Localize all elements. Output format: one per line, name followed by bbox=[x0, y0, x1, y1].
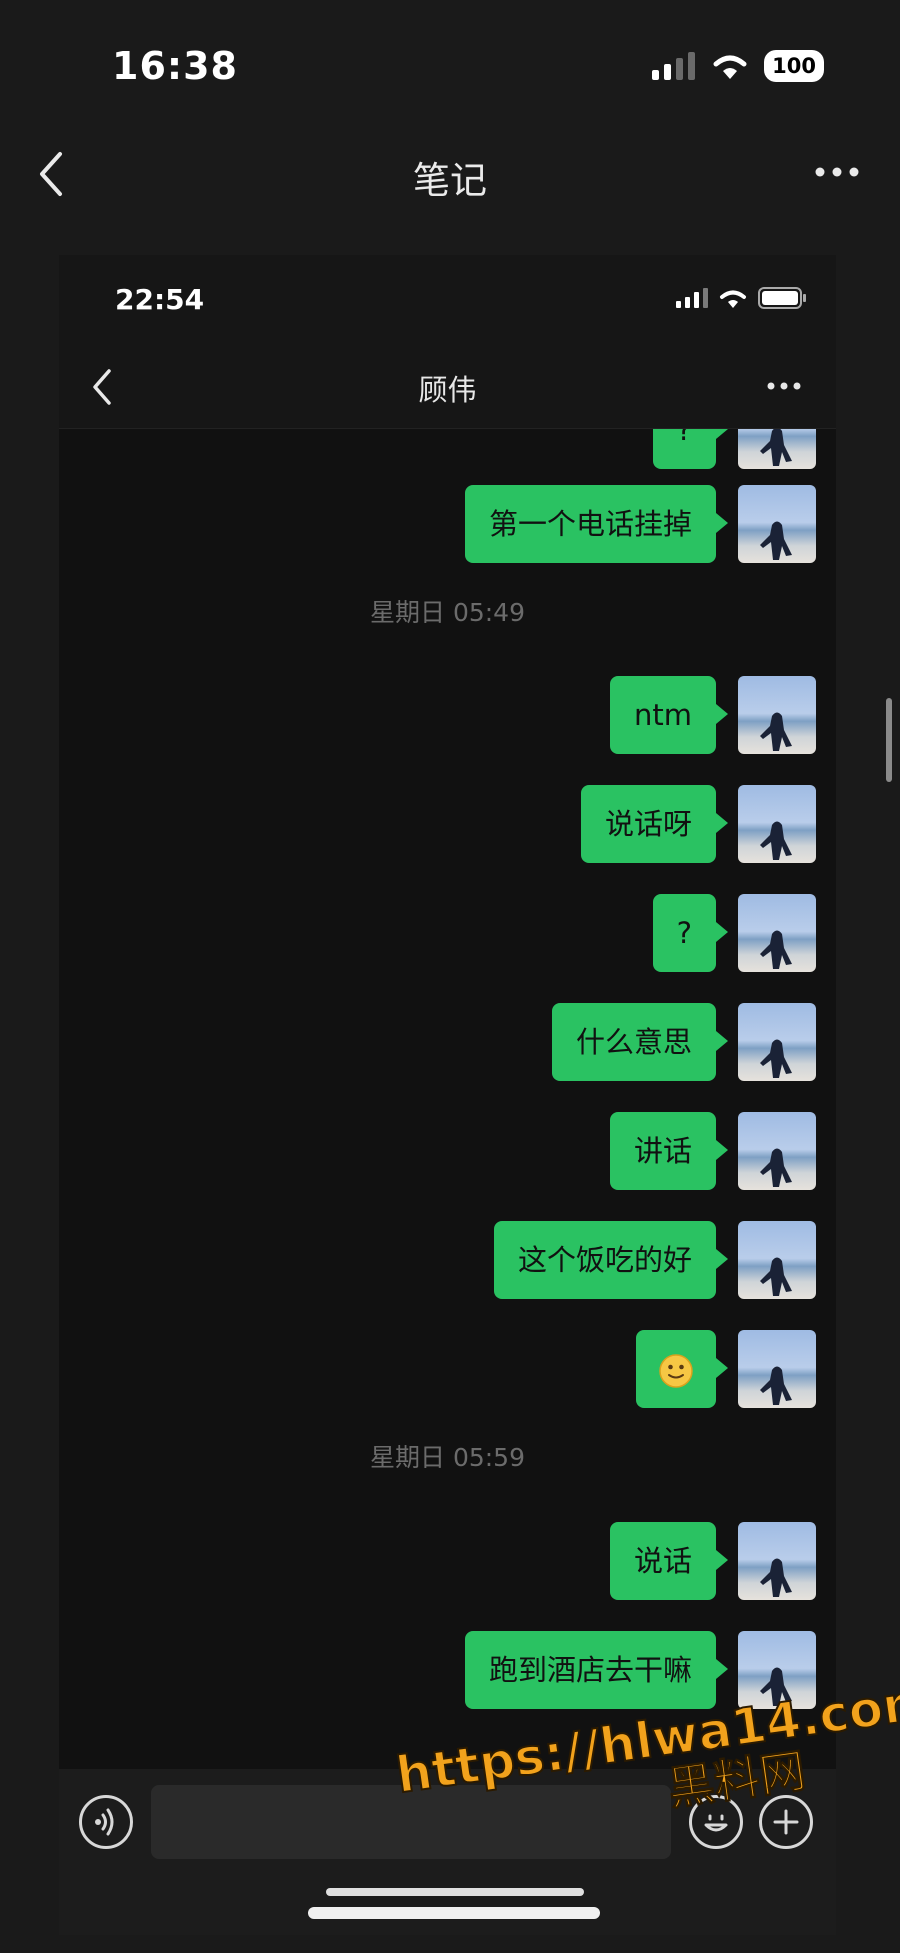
message-row bbox=[636, 1330, 816, 1408]
inner-status-bar: 22:54 bbox=[59, 255, 836, 345]
avatar[interactable] bbox=[738, 1522, 816, 1600]
avatar[interactable] bbox=[738, 676, 816, 754]
message-row: 这个饭吃的好 bbox=[493, 1221, 816, 1299]
wifi-icon bbox=[720, 290, 746, 308]
avatar[interactable] bbox=[738, 894, 816, 972]
status-icons: 100 bbox=[652, 50, 824, 82]
home-indicator[interactable] bbox=[308, 1907, 600, 1919]
voice-wave-icon bbox=[95, 1808, 114, 1836]
message-bubble[interactable]: 说话 bbox=[609, 1522, 729, 1600]
battery-indicator: 100 bbox=[764, 50, 824, 82]
message-row: 讲话 bbox=[609, 1112, 816, 1190]
inner-status-icons bbox=[676, 287, 806, 309]
message-bubble[interactable]: 说话呀 bbox=[580, 785, 729, 863]
embedded-chat-screenshot: 22:54 顾伟 ? 第一个电话挂掉 星期日 05:49 ntm 说话呀 ? 什… bbox=[59, 255, 836, 1935]
message-bubble[interactable]: 什么意思 bbox=[551, 1003, 729, 1081]
message-bubble[interactable] bbox=[636, 1330, 728, 1408]
message-bubble[interactable]: 讲话 bbox=[609, 1112, 729, 1190]
message-bubble[interactable]: 跑到酒店去干嘛 bbox=[464, 1631, 729, 1709]
avatar[interactable] bbox=[738, 1112, 816, 1190]
timestamp-divider: 星期日 05:49 bbox=[370, 598, 525, 627]
status-bar: 16:38 100 bbox=[0, 0, 900, 130]
message-row: ? bbox=[652, 429, 816, 469]
message-row: 说话 bbox=[609, 1522, 816, 1600]
wifi-icon bbox=[713, 55, 747, 79]
status-time: 16:38 bbox=[112, 44, 238, 88]
voice-input-button[interactable] bbox=[79, 1795, 133, 1849]
slightly-smiling-face-icon bbox=[659, 1354, 693, 1388]
message-row: ntm bbox=[610, 676, 816, 754]
message-bubble[interactable]: ? bbox=[652, 429, 729, 469]
battery-icon bbox=[758, 287, 806, 309]
more-options-icon[interactable] bbox=[814, 162, 860, 182]
more-actions-button[interactable] bbox=[759, 1795, 813, 1849]
cellular-signal-icon bbox=[676, 288, 708, 308]
more-options-icon[interactable] bbox=[766, 379, 802, 393]
contact-name: 顾伟 bbox=[418, 373, 477, 407]
avatar[interactable] bbox=[738, 1003, 816, 1081]
avatar[interactable] bbox=[738, 1221, 816, 1299]
message-row: ? bbox=[652, 894, 816, 972]
message-bubble[interactable]: ntm bbox=[610, 676, 728, 754]
chat-header: 顾伟 bbox=[59, 345, 836, 429]
message-bubble[interactable]: 第一个电话挂掉 bbox=[464, 485, 729, 563]
avatar[interactable] bbox=[738, 485, 816, 563]
cellular-signal-icon bbox=[652, 52, 696, 80]
avatar[interactable] bbox=[738, 1330, 816, 1408]
avatar[interactable] bbox=[738, 429, 816, 469]
notes-nav-bar: 笔记 bbox=[0, 130, 900, 222]
message-bubble[interactable]: ? bbox=[652, 894, 729, 972]
avatar[interactable] bbox=[738, 785, 816, 863]
plus-icon bbox=[773, 1809, 799, 1835]
message-row: 什么意思 bbox=[551, 1003, 816, 1081]
message-row: 第一个电话挂掉 bbox=[464, 485, 816, 563]
message-row: 说话呀 bbox=[580, 785, 816, 863]
message-bubble[interactable]: 这个饭吃的好 bbox=[493, 1221, 729, 1299]
page-title: 笔记 bbox=[413, 159, 487, 202]
inner-home-indicator bbox=[326, 1888, 584, 1896]
message-list[interactable]: ? 第一个电话挂掉 星期日 05:49 ntm 说话呀 ? 什么意思 讲话 这个… bbox=[59, 429, 836, 1769]
timestamp-divider: 星期日 05:59 bbox=[370, 1443, 525, 1472]
inner-status-time: 22:54 bbox=[115, 283, 205, 316]
scrollbar[interactable] bbox=[886, 698, 892, 782]
